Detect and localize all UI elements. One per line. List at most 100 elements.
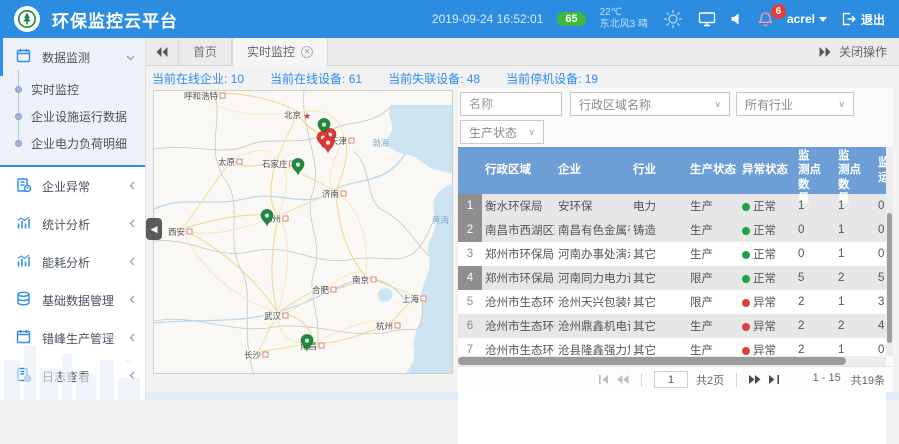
- cell-region: 南昌市西湖区环保: [482, 222, 555, 238]
- svg-text:呼和浩特: 呼和浩特: [184, 91, 219, 101]
- chevron-down-icon: ∨: [838, 99, 845, 110]
- sidebar-item-5[interactable]: 基础数据管理: [0, 281, 145, 319]
- cell-running-count: 0: [875, 344, 886, 356]
- total-items-label: 共19条: [851, 372, 885, 388]
- sidebar-subitem[interactable]: 企业电力负荷明细: [0, 130, 145, 157]
- status-dot-icon: [742, 251, 750, 259]
- bar-chart-icon: [16, 215, 31, 233]
- sidebar-item-1[interactable]: 数据监测: [0, 38, 145, 76]
- row-index: 1: [458, 194, 482, 218]
- cell-treatment-points: 2: [835, 272, 875, 284]
- cell-production-status: 生产: [687, 198, 739, 214]
- column-header[interactable]: 治污监 测点数 量: [835, 147, 875, 194]
- cell-treatment-points: 1: [835, 248, 875, 260]
- monitor-icon[interactable]: [698, 11, 716, 27]
- column-header[interactable]: 监 运行: [875, 147, 886, 194]
- tabs-scroll-right-icon: [819, 47, 831, 57]
- user-menu[interactable]: acrel: [787, 12, 827, 26]
- clipboard-alert-icon: [16, 177, 31, 195]
- cell-running-count: 0: [875, 200, 886, 212]
- first-page-button[interactable]: [598, 375, 609, 384]
- svg-text:北京: 北京: [284, 110, 301, 120]
- map-panel-collapse-button[interactable]: ◀: [146, 218, 162, 240]
- cell-pollution-points: 0: [795, 248, 835, 260]
- chevron-left-icon: [129, 331, 135, 345]
- table-row[interactable]: 4郑州市环保局河南同力电力设计其它限产正常525: [458, 266, 886, 290]
- datetime-label: 2019-09-24 16:52:01: [432, 12, 543, 26]
- table-row[interactable]: 2南昌市西湖区环保南昌有色金属有限铸造生产正常010: [458, 218, 886, 242]
- cell-region: 沧州市生态环保局: [482, 318, 555, 334]
- cell-company: 南昌有色金属有限: [555, 222, 630, 238]
- sidebar-item-label: 基础数据管理: [42, 292, 114, 309]
- status-dot-icon: [742, 347, 750, 355]
- cell-treatment-points: 1: [835, 296, 875, 308]
- cell-region: 郑州市环保局: [482, 270, 555, 286]
- svg-text:上海: 上海: [402, 294, 420, 304]
- tab-close-icon[interactable]: ✕: [301, 46, 313, 58]
- sidebar-subitem-label: 实时监控: [31, 81, 79, 98]
- sidebar-item-6[interactable]: 错峰生产管理: [0, 319, 145, 357]
- name-search-input[interactable]: [460, 92, 562, 116]
- sidebar-subitem[interactable]: 企业设施运行数据: [0, 103, 145, 130]
- bullet-icon: [15, 86, 22, 93]
- sidebar-item-label: 日志查看: [42, 368, 90, 385]
- enterprise-panel: 行政区域名称 ∨ 所有行业 ∨ 生产状态 ∨ 行政区域企业行业生产状态异常状态产…: [458, 88, 893, 392]
- tab-实时监控[interactable]: 实时监控 ✕: [232, 38, 328, 66]
- cell-abnormal-status: 异常: [739, 294, 795, 310]
- sidebar-item-2[interactable]: 企业异常: [0, 167, 145, 205]
- svg-text:太原: 太原: [218, 157, 235, 167]
- cell-treatment-points: 2: [835, 320, 875, 332]
- column-header[interactable]: 产污监 测点数 量: [795, 147, 835, 194]
- next-page-button[interactable]: [749, 375, 761, 384]
- close-operations-dropdown[interactable]: 关闭操作: [819, 43, 899, 60]
- svg-text:济南: 济南: [322, 189, 339, 199]
- sidebar-subitem[interactable]: 实时监控: [0, 76, 145, 103]
- industry-select[interactable]: 所有行业 ∨: [736, 92, 854, 116]
- app-logo-icon: [14, 6, 40, 32]
- column-header[interactable]: 异常状态: [739, 147, 795, 194]
- online-stats-bar: 当前在线企业: 10当前在线设备: 61当前失联设备: 48当前停机设备: 19: [152, 70, 892, 87]
- logout-button[interactable]: 退出: [841, 11, 885, 28]
- page-number-input[interactable]: [654, 371, 688, 388]
- chevron-left-icon: [129, 217, 135, 231]
- prev-page-button[interactable]: [617, 375, 629, 384]
- tab-首页[interactable]: 首页: [178, 38, 232, 66]
- tab-label: 实时监控: [247, 43, 295, 60]
- region-select[interactable]: 行政区域名称 ∨: [570, 92, 730, 116]
- cell-company: 河南办事处演示: [555, 246, 630, 262]
- last-page-button[interactable]: [769, 375, 780, 384]
- cell-industry: 其它: [630, 294, 687, 310]
- table-vertical-scrollbar[interactable]: [886, 147, 893, 356]
- notifications-bell-icon[interactable]: 6: [758, 11, 773, 27]
- cell-production-status: 限产: [687, 294, 739, 310]
- status-dot-icon: [742, 323, 750, 331]
- column-header[interactable]: 生产状态: [687, 147, 739, 194]
- sidebar-item-label: 错峰生产管理: [42, 330, 114, 347]
- sidebar: 数据监测实时监控企业设施运行数据企业电力负荷明细企业异常统计分析能耗分析基础数据…: [0, 38, 146, 400]
- china-map[interactable]: 呼和浩特北京★天津太原石家庄济南西安郑州南京合肥上海武汉杭州长沙南昌渤海黄海: [153, 90, 453, 374]
- row-index: 5: [458, 290, 482, 314]
- speaker-icon[interactable]: [730, 12, 744, 26]
- column-header[interactable]: 企业: [555, 147, 630, 194]
- sidebar-item-4[interactable]: 能耗分析: [0, 243, 145, 281]
- table-row[interactable]: 6沧州市生态环保局沧州鼎鑫机电设备其它生产异常224: [458, 314, 886, 338]
- production-status-select[interactable]: 生产状态 ∨: [460, 120, 544, 144]
- table-row[interactable]: 5沧州市生态环保局沧州天兴包装制品其它限产异常213: [458, 290, 886, 314]
- map-sea-label: 渤海: [372, 138, 390, 148]
- cell-industry: 铸造: [630, 222, 687, 238]
- stat-当前在线设备: 当前在线设备: 61: [270, 70, 362, 87]
- sidebar-item-label: 统计分析: [42, 216, 90, 233]
- sidebar-item-7[interactable]: 日志查看: [0, 357, 145, 395]
- cell-pollution-points: 0: [795, 224, 835, 236]
- region-select-value: 行政区域名称: [579, 96, 714, 113]
- tabs-scroll-left-icon[interactable]: [146, 47, 178, 57]
- table-row[interactable]: 3郑州市环保局河南办事处演示其它生产正常010: [458, 242, 886, 266]
- cell-company: 河南同力电力设计: [555, 270, 630, 286]
- column-header[interactable]: 行业: [630, 147, 687, 194]
- chevron-left-icon: [129, 179, 135, 193]
- sidebar-item-3[interactable]: 统计分析: [0, 205, 145, 243]
- column-header[interactable]: 行政区域: [482, 147, 555, 194]
- cell-running-count: 0: [875, 224, 886, 236]
- status-dot-icon: [742, 275, 750, 283]
- table-horizontal-scrollbar[interactable]: [458, 356, 886, 366]
